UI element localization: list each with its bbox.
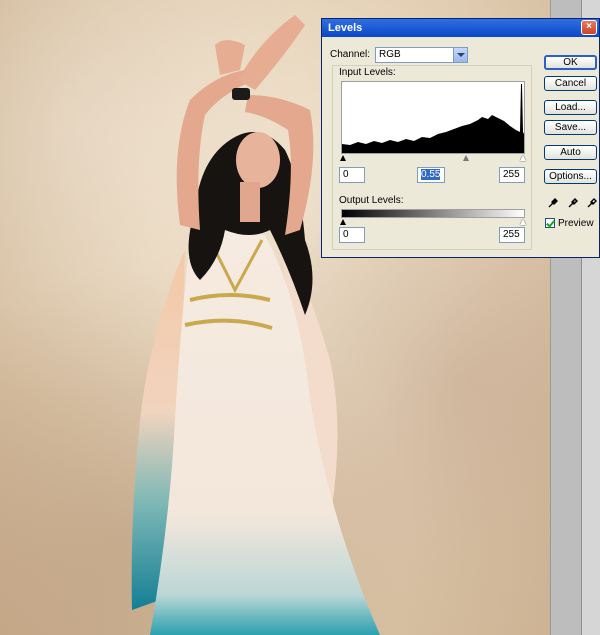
preview-label: Preview [558, 218, 594, 229]
chevron-down-icon[interactable] [453, 48, 467, 62]
black-eyedropper-icon[interactable] [547, 197, 559, 209]
output-gradient [341, 209, 525, 218]
input-gamma-slider[interactable] [463, 155, 469, 161]
levels-dialog: Levels × Channel: RGB Input Levels: 0 0.… [321, 18, 600, 258]
input-gamma-field[interactable]: 0.55 [417, 167, 445, 183]
close-icon[interactable]: × [581, 20, 597, 35]
options-button[interactable]: Options... [544, 169, 597, 184]
channel-value: RGB [379, 49, 401, 60]
input-white-field[interactable]: 255 [499, 167, 525, 183]
histogram [341, 81, 525, 154]
ok-button[interactable]: OK [544, 55, 597, 70]
input-white-slider[interactable] [520, 155, 526, 161]
gray-eyedropper-icon[interactable] [567, 197, 579, 209]
output-black-slider[interactable] [340, 219, 346, 225]
output-levels-label: Output Levels: [339, 195, 404, 206]
input-gamma-value: 0.55 [421, 169, 441, 180]
output-black-field[interactable]: 0 [339, 227, 365, 243]
dialog-title: Levels [322, 19, 599, 37]
load-button[interactable]: Load... [544, 100, 597, 115]
output-white-field[interactable]: 255 [499, 227, 525, 243]
channel-select[interactable]: RGB [375, 47, 468, 63]
preview-checkbox[interactable] [545, 218, 555, 228]
auto-button[interactable]: Auto [544, 145, 597, 160]
channel-label: Channel: [330, 49, 371, 60]
cancel-button[interactable]: Cancel [544, 76, 597, 91]
save-button[interactable]: Save... [544, 120, 597, 135]
input-black-field[interactable]: 0 [339, 167, 365, 183]
input-levels-label: Input Levels: [339, 67, 396, 78]
white-eyedropper-icon[interactable] [586, 197, 598, 209]
output-white-slider[interactable] [520, 219, 526, 225]
input-black-slider[interactable] [340, 155, 346, 161]
histogram-graph [342, 84, 524, 153]
